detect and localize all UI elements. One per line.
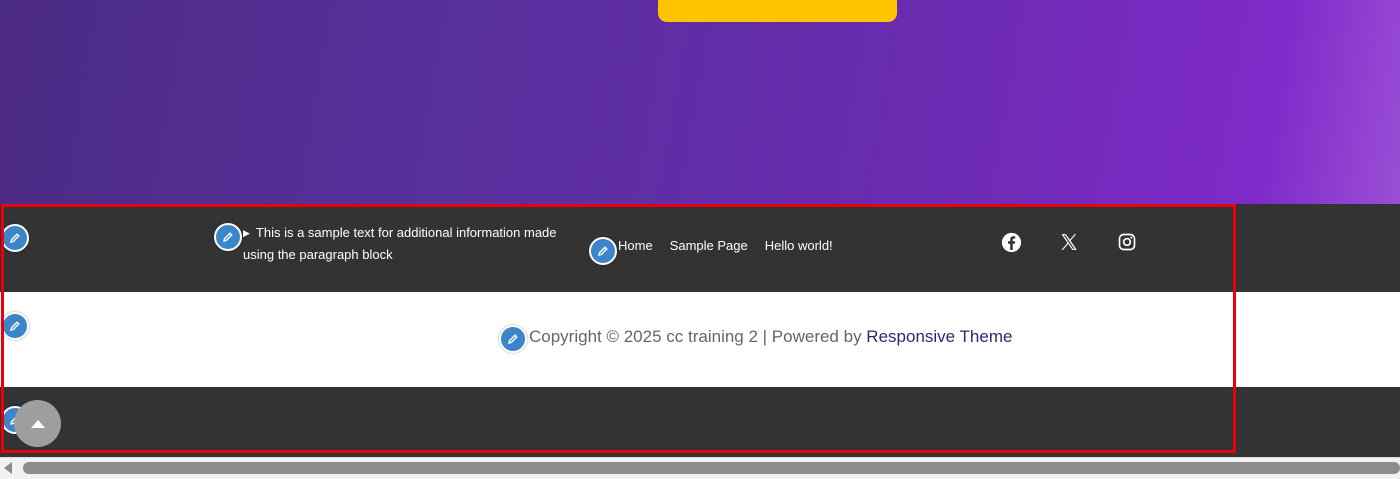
footer-info-text: This is a sample text for additional inf… [243, 225, 557, 262]
scroll-left-arrow-icon[interactable] [4, 462, 12, 474]
page: ▶ This is a sample text for additional in… [0, 0, 1400, 479]
footer-menu: Home Sample Page Hello world! [618, 238, 833, 253]
scroll-to-top-button[interactable] [14, 400, 61, 447]
responsive-theme-link[interactable]: Responsive Theme [866, 327, 1012, 346]
horizontal-scrollbar-thumb[interactable] [23, 462, 1400, 474]
footer-menu-item-sample-page[interactable]: Sample Page [670, 238, 748, 253]
caret-up-icon [30, 419, 45, 428]
edit-pencil-icon[interactable] [214, 223, 242, 251]
copyright-prefix: Copyright © 2025 cc training 2 | Powered… [529, 327, 867, 346]
edit-pencil-icon[interactable] [1, 224, 29, 252]
hero-cta-button[interactable] [658, 0, 897, 22]
hero-section [0, 0, 1400, 204]
copyright-text: Copyright © 2025 cc training 2 | Powered… [529, 327, 1012, 347]
horizontal-scrollbar[interactable] [0, 457, 1400, 479]
edit-pencil-icon[interactable] [1, 312, 29, 340]
footer-bottom-bar [0, 387, 1400, 457]
footer-menu-item-hello-world[interactable]: Hello world! [765, 238, 833, 253]
edit-pencil-icon[interactable] [499, 325, 527, 353]
instagram-icon[interactable] [1115, 230, 1139, 254]
edit-pencil-icon[interactable] [589, 237, 617, 265]
x-icon[interactable] [1057, 230, 1081, 254]
facebook-icon[interactable] [999, 230, 1023, 254]
footer-menu-item-home[interactable]: Home [618, 238, 653, 253]
footer-info-paragraph: ▶ This is a sample text for additional in… [243, 222, 573, 266]
info-marker-icon: ▶ [243, 228, 250, 238]
